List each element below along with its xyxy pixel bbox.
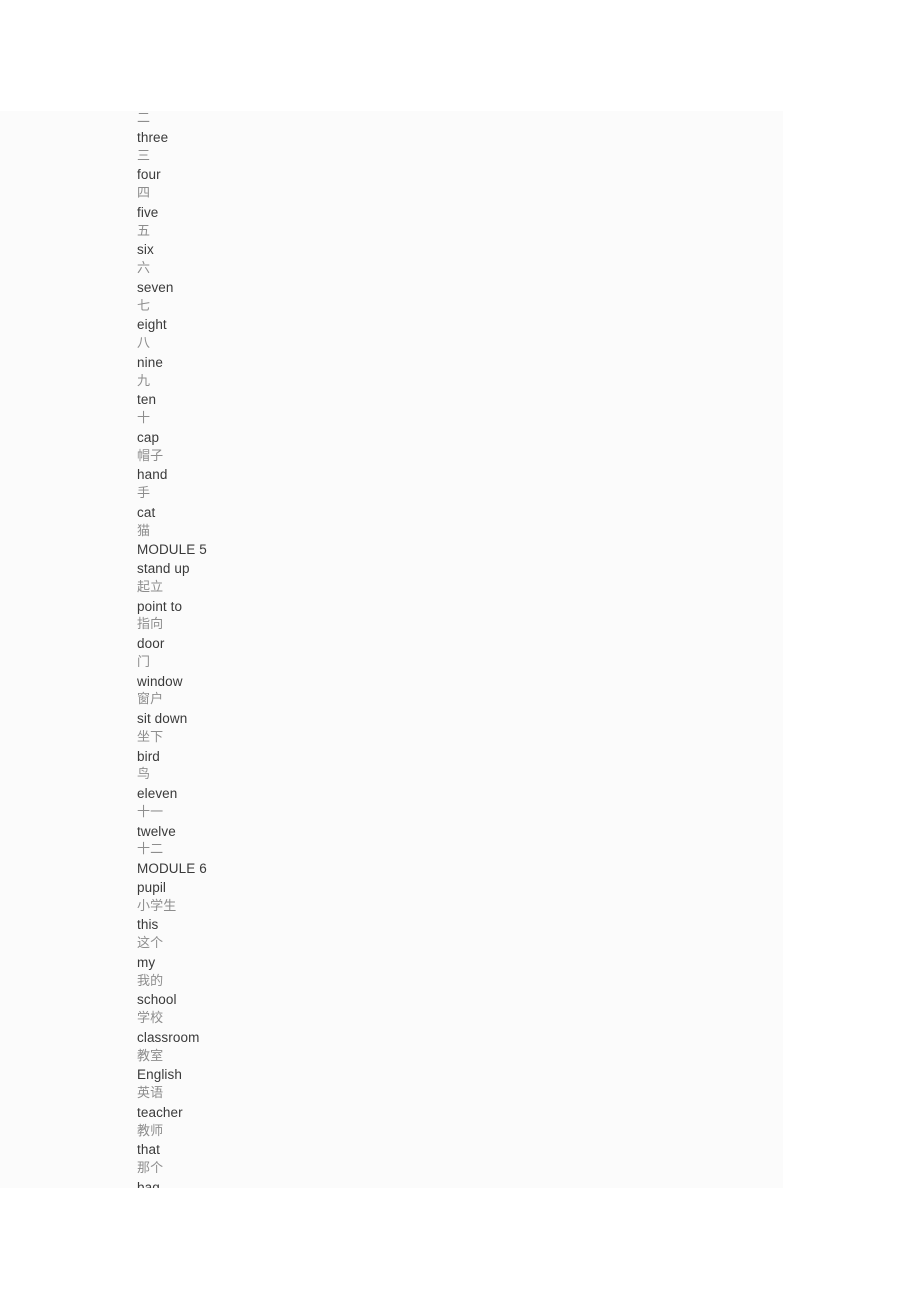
vocabulary-term: English [137, 1067, 182, 1083]
vocabulary-term: this [137, 917, 159, 933]
module-heading: MODULE 5 [137, 542, 207, 558]
vocabulary-gloss: 坐下 [137, 729, 164, 745]
vocabulary-gloss: 八 [137, 336, 151, 351]
vocabulary-term: teacher [137, 1104, 183, 1120]
vocabulary-term: twelve [137, 823, 176, 839]
vocabulary-gloss: 起立 [137, 579, 164, 595]
vocabulary-term: cap [137, 429, 160, 445]
vocabulary-gloss: 二 [137, 111, 151, 126]
vocabulary-term: window [137, 673, 183, 689]
vocabulary-term: stand up [137, 561, 190, 576]
vocabulary-gloss: 我的 [137, 973, 164, 989]
vocabulary-gloss: 六 [137, 261, 151, 276]
vocabulary-term: four [137, 167, 161, 183]
vocabulary-term: six [137, 242, 154, 258]
document-content-panel: 二 three 三 four 四 five 五 six 六 seven 七 eight 八 nine 九 te… [0, 111, 783, 1188]
vocabulary-term: nine [137, 354, 163, 370]
vocabulary-gloss: 指向 [137, 617, 164, 633]
vocabulary-term: eleven [137, 786, 178, 801]
vocabulary-term: three [137, 129, 169, 145]
vocabulary-term: bird [137, 748, 160, 764]
vocabulary-gloss: 门 [137, 654, 151, 670]
vocabulary-gloss: 窗户 [137, 692, 164, 708]
vocabulary-gloss: 七 [137, 298, 151, 314]
vocabulary-term: eight [137, 317, 167, 333]
vocabulary-gloss: 那个 [137, 1161, 164, 1176]
vocabulary-gloss: 四 [137, 186, 151, 201]
vocabulary-gloss: 十 [137, 411, 151, 426]
vocabulary-gloss: 猫 [137, 523, 151, 539]
vocabulary-gloss: 十一 [137, 804, 164, 820]
vocabulary-term: seven [137, 279, 174, 295]
vocabulary-term: school [137, 992, 177, 1008]
vocabulary-gloss: 九 [137, 373, 151, 389]
vocabulary-term: pupil [137, 879, 167, 895]
vocabulary-term: sit down [137, 711, 188, 726]
vocabulary-gloss: 小学生 [137, 898, 177, 914]
vocabulary-gloss: 教室 [137, 1048, 164, 1064]
vocabulary-term: my [137, 954, 156, 970]
vocabulary-term: bag [137, 1179, 160, 1188]
vocabulary-gloss: 五 [137, 223, 151, 239]
module-heading: MODULE 6 [137, 861, 207, 876]
vocabulary-gloss: 教师 [137, 1123, 164, 1139]
vocabulary-gloss: 学校 [137, 1011, 164, 1026]
vocabulary-term: ten [137, 392, 157, 408]
vocabulary-term: that [137, 1142, 160, 1158]
vocabulary-term: point to [137, 598, 183, 614]
vocabulary-gloss: 十二 [137, 842, 164, 858]
vocabulary-word-list: 二 three 三 four 四 five 五 six 六 seven 七 eight 八 nine 九 te… [137, 111, 757, 1188]
vocabulary-gloss: 帽子 [137, 448, 164, 464]
vocabulary-term: door [137, 636, 165, 651]
vocabulary-gloss: 手 [137, 486, 151, 501]
vocabulary-gloss: 鸟 [137, 767, 151, 783]
vocabulary-term: hand [137, 467, 168, 483]
vocabulary-term: five [137, 204, 159, 220]
vocabulary-term: cat [137, 504, 156, 520]
vocabulary-gloss: 这个 [137, 936, 164, 951]
vocabulary-gloss: 英语 [137, 1086, 164, 1101]
vocabulary-term: classroom [137, 1029, 200, 1045]
vocabulary-gloss: 三 [137, 148, 151, 164]
